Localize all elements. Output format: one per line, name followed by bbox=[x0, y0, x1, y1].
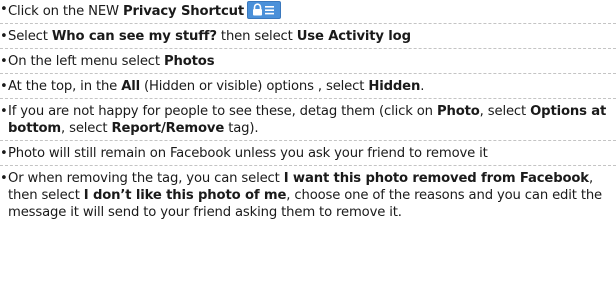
bullet: • bbox=[0, 171, 8, 186]
bullet: • bbox=[0, 29, 8, 44]
item-bold-text: I don’t like this photo of me bbox=[83, 188, 287, 203]
list-item: • Select Who can see my stuff? then selec… bbox=[0, 24, 616, 49]
item-bold-text: Hidden bbox=[368, 79, 421, 94]
item-text: Click on the NEW bbox=[8, 4, 123, 19]
privacy-instructions-list: • Click on the NEW Privacy Shortcut • Sele… bbox=[0, 0, 616, 300]
item-text: Select bbox=[8, 29, 52, 44]
bullet: • bbox=[0, 2, 8, 17]
item-bold-text: All bbox=[121, 79, 140, 94]
item-text: then select bbox=[216, 29, 297, 44]
item-text: (Hidden or visible) options , select bbox=[139, 79, 369, 94]
list-item: • Or when removing the tag, you can selec… bbox=[0, 166, 616, 224]
list-item: • On the left menu select Photos bbox=[0, 49, 616, 74]
item-text: , select bbox=[61, 121, 112, 136]
item-bold-text: Report/Remove bbox=[111, 121, 225, 136]
list-item: • At the top, in the All (Hidden or visib… bbox=[0, 74, 616, 99]
list-item: • If you are not happy for people to see … bbox=[0, 99, 616, 141]
item-bold-text: I want this photo removed from Facebook bbox=[283, 171, 589, 186]
item-text: If you are not happy for people to see t… bbox=[8, 104, 437, 119]
privacy-shortcut-label: Privacy Shortcut bbox=[122, 4, 245, 19]
item-text: tag). bbox=[224, 121, 259, 136]
item-bold-text: Photos bbox=[163, 54, 215, 69]
item-text: At the top, in the bbox=[8, 79, 122, 94]
bullet: • bbox=[0, 146, 8, 161]
item-text: , select bbox=[479, 104, 531, 119]
item-text: On the left menu select bbox=[8, 54, 164, 69]
item-bold-text: Photo bbox=[436, 104, 480, 119]
bullet: • bbox=[0, 54, 8, 69]
bullet: • bbox=[0, 104, 8, 119]
bullet: • bbox=[0, 79, 8, 94]
item-bold-text: Who can see my stuff? bbox=[51, 29, 217, 44]
item-text: Or when removing the tag, you can select bbox=[8, 171, 284, 186]
list-item: • Click on the NEW Privacy Shortcut bbox=[0, 1, 616, 24]
privacy-shortcut-lock-icon bbox=[247, 1, 282, 19]
list-item: • Photo will still remain on Facebook unl… bbox=[0, 141, 616, 166]
item-text: Photo will still remain on Facebook unle… bbox=[8, 146, 488, 161]
item-bold-text: Use Activity log bbox=[296, 29, 411, 44]
item-text: . bbox=[420, 79, 425, 94]
